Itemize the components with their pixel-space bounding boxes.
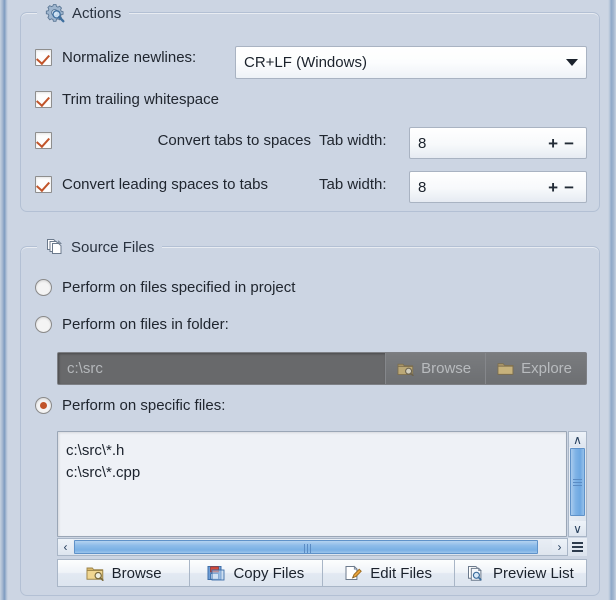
window-frame-left-edge [0, 0, 8, 600]
radio-folder-indicator[interactable] [35, 316, 52, 333]
browse-button-label: Browse [112, 565, 162, 582]
vertical-scrollbar-thumb[interactable] [570, 448, 585, 516]
folder-icon [497, 361, 514, 376]
preview-list-button[interactable]: Preview List [454, 559, 587, 587]
copy-files-icon [207, 565, 225, 581]
trim-trailing-whitespace-checkbox[interactable] [35, 91, 52, 108]
actions-group-box: Actions Normalize newlines: CR+LF (Windo… [20, 12, 600, 212]
tab-width-2-label-wrap: Tab width: [319, 176, 387, 193]
list-item[interactable]: c:\src\*.h [66, 440, 566, 462]
window-frame-right-edge [608, 0, 616, 600]
normalize-newlines-row[interactable]: Normalize newlines: [35, 49, 196, 66]
tab-width-2-increment-button[interactable]: + [545, 179, 561, 196]
edit-files-icon [344, 565, 362, 581]
tab-width-1-label: Tab width: [319, 132, 387, 149]
file-list-vertical-scrollbar[interactable]: ∧ ∨ [568, 431, 587, 537]
trim-trailing-whitespace-label: Trim trailing whitespace [62, 91, 219, 108]
tab-width-2-stepper[interactable]: 8 + − [409, 171, 587, 203]
scroll-up-arrow-icon[interactable]: ∧ [569, 432, 586, 447]
scroll-down-arrow-icon[interactable]: ∨ [569, 521, 586, 536]
radio-perform-on-specific-files[interactable]: Perform on specific files: [35, 397, 225, 414]
source-files-group-box: Source Files Perform on files specified … [20, 246, 600, 596]
scroll-right-arrow-icon[interactable]: › [552, 539, 567, 555]
edit-files-button-label: Edit Files [370, 565, 432, 582]
folder-path-row: c:\src Browse [57, 352, 587, 385]
tab-width-2-decrement-button[interactable]: − [561, 179, 577, 196]
convert-tabs-to-spaces-checkbox[interactable] [35, 132, 52, 149]
newline-format-dropdown[interactable]: CR+LF (Windows) [235, 46, 587, 79]
radio-folder-label: Perform on files in folder: [62, 316, 229, 333]
folder-browse-button: Browse [386, 353, 486, 384]
source-files-group-label: Source Files [71, 239, 154, 256]
browse-button[interactable]: Browse [57, 559, 189, 587]
list-item[interactable]: c:\src\*.cpp [66, 462, 566, 484]
convert-tabs-to-spaces-checkbox-wrap[interactable] [35, 132, 52, 149]
convert-spaces-to-tabs-label: Convert leading spaces to tabs [62, 176, 268, 193]
copy-files-button[interactable]: Copy Files [189, 559, 321, 587]
convert-tabs-to-spaces-label: Convert tabs to spaces [158, 132, 311, 149]
source-files-group-title: Source Files [37, 235, 162, 259]
trim-trailing-whitespace-row[interactable]: Trim trailing whitespace [35, 91, 219, 108]
gear-magnifier-icon [45, 3, 65, 23]
horizontal-scrollbar-thumb[interactable] [74, 540, 538, 554]
horizontal-thumb-grip [289, 541, 325, 555]
scroll-left-arrow-icon[interactable]: ‹ [58, 539, 73, 555]
radio-perform-on-project-files[interactable]: Perform on files specified in project [35, 279, 295, 296]
normalize-newlines-checkbox[interactable] [35, 49, 52, 66]
actions-group-title: Actions [37, 1, 129, 25]
normalize-newlines-label: Normalize newlines: [62, 49, 196, 66]
vertical-thumb-grip [571, 449, 584, 515]
folder-search-icon [86, 565, 104, 581]
actions-group-label: Actions [72, 5, 121, 22]
radio-project-label: Perform on files specified in project [62, 279, 295, 296]
edit-files-button[interactable]: Edit Files [322, 559, 454, 587]
dialog-body: Actions Normalize newlines: CR+LF (Windo… [8, 0, 608, 600]
folder-path-input: c:\src [58, 353, 386, 384]
preview-list-icon [467, 565, 485, 581]
chevron-down-icon[interactable] [566, 59, 578, 66]
folder-browse-label: Browse [421, 360, 471, 377]
preview-list-button-label: Preview List [493, 565, 574, 582]
radio-perform-on-folder[interactable]: Perform on files in folder: [35, 316, 229, 333]
file-list-container: c:\src\*.h c:\src\*.cpp ∧ ∨ ‹ [57, 431, 587, 556]
tab-width-2-value[interactable]: 8 [418, 179, 545, 196]
folder-search-icon [397, 361, 414, 376]
tab-width-1-value[interactable]: 8 [418, 135, 545, 152]
tab-width-1-increment-button[interactable]: + [545, 135, 561, 152]
newline-format-value: CR+LF (Windows) [244, 54, 566, 71]
convert-spaces-to-tabs-row[interactable]: Convert leading spaces to tabs [35, 176, 268, 193]
convert-tabs-to-spaces-label-wrap: Convert tabs to spaces [121, 132, 311, 149]
radio-specific-indicator[interactable] [35, 397, 52, 414]
documents-stack-icon [45, 238, 64, 257]
radio-specific-label: Perform on specific files: [62, 397, 225, 414]
tab-width-1-decrement-button[interactable]: − [561, 135, 577, 152]
file-actions-button-bar: Browse Copy Files [57, 559, 587, 587]
folder-explore-button: Explore [486, 353, 586, 384]
folder-explore-label: Explore [521, 360, 572, 377]
tab-width-1-label-wrap: Tab width: [319, 132, 387, 149]
tab-width-2-label: Tab width: [319, 176, 387, 193]
convert-spaces-to-tabs-checkbox[interactable] [35, 176, 52, 193]
file-list-horizontal-scrollbar[interactable]: ‹ › [57, 538, 568, 556]
scrollbar-corner-menu-icon[interactable] [568, 538, 587, 556]
radio-project-indicator[interactable] [35, 279, 52, 296]
tab-width-1-stepper[interactable]: 8 + − [409, 127, 587, 159]
copy-files-button-label: Copy Files [233, 565, 304, 582]
file-list-box[interactable]: c:\src\*.h c:\src\*.cpp [57, 431, 567, 537]
